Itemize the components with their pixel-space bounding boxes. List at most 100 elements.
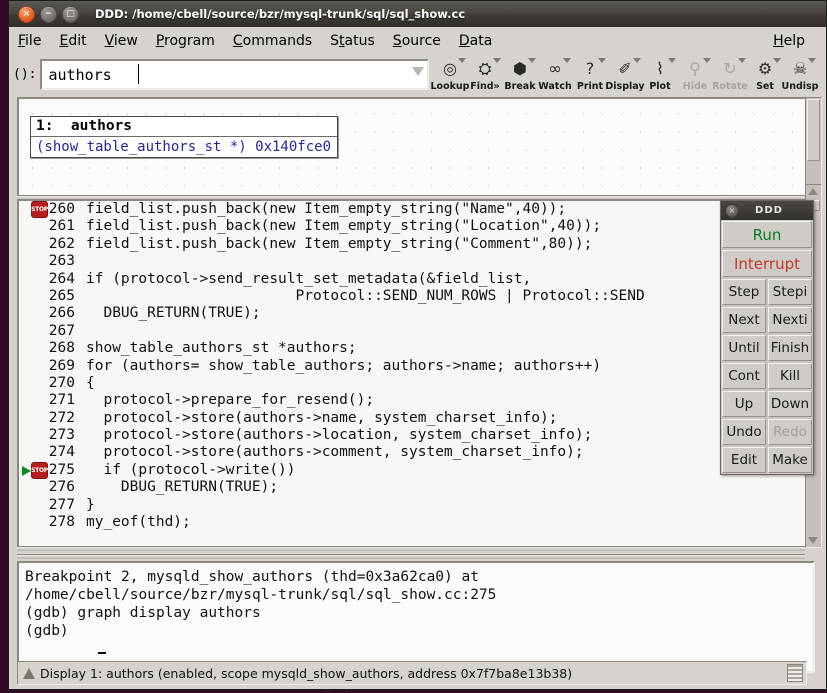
- next-button[interactable]: Next: [722, 307, 766, 333]
- scroll-down-arrow-icon[interactable]: [808, 537, 818, 544]
- source-line[interactable]: 271 protocol->prepare_for_resend();: [19, 392, 807, 409]
- chevron-down-icon[interactable]: [493, 57, 502, 63]
- toolbar-button-find[interactable]: ⛭ Find»: [467, 57, 502, 92]
- menu-help-rest: elp: [783, 32, 805, 49]
- console-line: Breakpoint 2, mysqld_show_authors (thd=0…: [25, 569, 479, 585]
- source-line-number: 264: [48, 270, 75, 287]
- source-line-number: 271: [48, 392, 75, 409]
- menu-file[interactable]: File: [9, 31, 50, 51]
- console-line: /home/cbell/source/bzr/mysql-trunk/sql/s…: [25, 587, 497, 603]
- source-line[interactable]: 262 field_list.push_back(new Item_empty_s…: [19, 236, 807, 253]
- source-line[interactable]: 274 protocol->store(authors->comment, sy…: [19, 444, 807, 461]
- toolbar-button-print[interactable]: ? Print: [572, 57, 607, 92]
- breakpoint-marker[interactable]: STOP: [22, 461, 48, 479]
- undo-button[interactable]: Undo: [722, 419, 766, 445]
- toolbar-button-set[interactable]: ⚙ Set: [747, 57, 782, 92]
- menu-status[interactable]: Status: [321, 31, 384, 51]
- chevron-down-icon[interactable]: [808, 57, 817, 63]
- toolbar-button-watch[interactable]: ∞ Watch: [537, 57, 572, 92]
- window-maximize-button[interactable]: □: [62, 5, 79, 23]
- scroll-up-arrow-icon[interactable]: [808, 188, 818, 195]
- toolbar-button-lookup[interactable]: ◎ Lookup: [430, 57, 469, 92]
- data-panel-vscrollbar[interactable]: [805, 97, 822, 197]
- source-line-number: 268: [48, 340, 75, 357]
- chevron-down-icon[interactable]: [703, 57, 712, 63]
- chevron-down-icon[interactable]: [668, 57, 677, 63]
- menu-edit-rest: dit: [68, 32, 87, 49]
- source-line-number: 274: [48, 444, 75, 461]
- source-line[interactable]: 269 for (authors= show_table_authors; aut…: [19, 358, 807, 375]
- chevron-down-icon[interactable]: [412, 67, 425, 76]
- chevron-down-icon[interactable]: [528, 57, 537, 63]
- chevron-down-icon[interactable]: [738, 57, 747, 63]
- argument-input[interactable]: [42, 64, 391, 85]
- toolbar-button-plot[interactable]: ⌇ Plot: [642, 57, 677, 92]
- chevron-down-icon[interactable]: [633, 57, 642, 63]
- source-line[interactable]: 273 protocol->store(authors->location, s…: [19, 427, 807, 444]
- menu-commands-rest: ommands: [242, 32, 313, 49]
- argument-field-wrapper[interactable]: [40, 59, 430, 90]
- source-line[interactable]: 264 if (protocol->send_result_set_metadat…: [19, 271, 807, 288]
- breakpoint-marker[interactable]: STOP: [31, 201, 48, 218]
- source-line[interactable]: 276 DBUG_RETURN(TRUE);: [19, 479, 807, 496]
- source-line[interactable]: 268 show_table_authors_st *authors;: [19, 340, 807, 357]
- source-line[interactable]: 277}: [19, 497, 807, 514]
- chevron-down-icon[interactable]: [598, 57, 607, 63]
- menu-data[interactable]: Data: [450, 31, 501, 51]
- down-button[interactable]: Down: [768, 391, 812, 417]
- source-line[interactable]: 272 protocol->store(authors->name, syste…: [19, 410, 807, 427]
- menu-commands[interactable]: Commands: [224, 31, 321, 51]
- menu-source[interactable]: Source: [384, 31, 450, 51]
- nexti-button[interactable]: Nexti: [768, 307, 812, 333]
- command-row: Step Stepi: [721, 278, 813, 306]
- finish-button[interactable]: Finish: [768, 335, 812, 361]
- menu-view[interactable]: View: [96, 31, 147, 51]
- toolbar-button-break[interactable]: ⬢ Break: [502, 57, 537, 92]
- edit-button[interactable]: Edit: [722, 447, 766, 473]
- command-tool-title: DDD: [755, 205, 783, 216]
- source-line[interactable]: 263: [19, 253, 807, 270]
- source-line[interactable]: 266 DBUG_RETURN(TRUE);: [19, 305, 807, 322]
- step-button[interactable]: Step: [722, 279, 766, 305]
- stepi-button[interactable]: Stepi: [768, 279, 812, 305]
- scrollbar-thumb[interactable]: [807, 99, 820, 161]
- sash-source-console-secondary[interactable]: [17, 554, 805, 559]
- run-button[interactable]: Run: [722, 221, 812, 248]
- toolbar-button-undisp[interactable]: ☠ Undisp: [781, 57, 818, 92]
- chevron-down-icon[interactable]: [458, 57, 467, 63]
- window-minimize-button[interactable]: −: [40, 5, 57, 23]
- toolbar: (): ◎Lookup⛭Find»⬢Break∞Watch?Print✐Disp…: [9, 54, 826, 95]
- source-line[interactable]: 261 field_list.push_back(new Item_empty_s…: [19, 218, 807, 235]
- display-node-authors[interactable]: 1: authors (show_table_authors_st *) 0x1…: [30, 116, 339, 158]
- source-line-code: protocol->prepare_for_resend();: [86, 392, 375, 409]
- source-code-panel[interactable]: STOP 260 field_list.push_back(new Item_emp…: [17, 199, 809, 548]
- toolbar-button-display[interactable]: ✐ Display: [605, 57, 645, 92]
- up-button[interactable]: Up: [722, 391, 766, 417]
- menu-program[interactable]: Program: [147, 31, 224, 51]
- make-button[interactable]: Make: [768, 447, 812, 473]
- data-display-panel[interactable]: 1: authors (show_table_authors_st *) 0x1…: [17, 97, 809, 199]
- gdb-console-panel[interactable]: Breakpoint 2, mysqld_show_authors (thd=0…: [17, 561, 815, 673]
- cont-button[interactable]: Cont: [722, 363, 766, 389]
- source-line[interactable]: 278 my_eof(thd);: [19, 514, 807, 531]
- command-row-interrupt: Interrupt: [721, 249, 813, 278]
- window-close-button[interactable]: ×: [18, 5, 35, 23]
- interrupt-button[interactable]: Interrupt: [722, 250, 812, 277]
- kill-button[interactable]: Kill: [768, 363, 812, 389]
- source-line[interactable]: 267: [19, 323, 807, 340]
- until-button[interactable]: Until: [722, 335, 766, 361]
- chevron-down-icon[interactable]: [773, 57, 782, 63]
- console-caret: [98, 652, 106, 654]
- source-line[interactable]: STOP 260 field_list.push_back(new Item_emp…: [19, 201, 807, 218]
- source-line[interactable]: 265 Protocol::SEND_NUM_ROWS | Protocol::…: [19, 288, 807, 305]
- command-tool-close-button[interactable]: ×: [725, 203, 739, 218]
- resize-grip-icon[interactable]: [787, 664, 803, 682]
- ddd-main-window: × − □ DDD: /home/cbell/source/bzr/mysql-…: [8, 0, 827, 690]
- source-line[interactable]: STOP 275 if (protocol->write()): [19, 461, 807, 479]
- chevron-down-icon[interactable]: [563, 57, 572, 63]
- sash-source-console[interactable]: [17, 546, 805, 551]
- toolbar-button-label: Set: [756, 80, 774, 92]
- menu-help[interactable]: Help: [764, 31, 814, 51]
- menu-edit[interactable]: Edit: [50, 31, 95, 51]
- source-line[interactable]: 270 {: [19, 375, 807, 392]
